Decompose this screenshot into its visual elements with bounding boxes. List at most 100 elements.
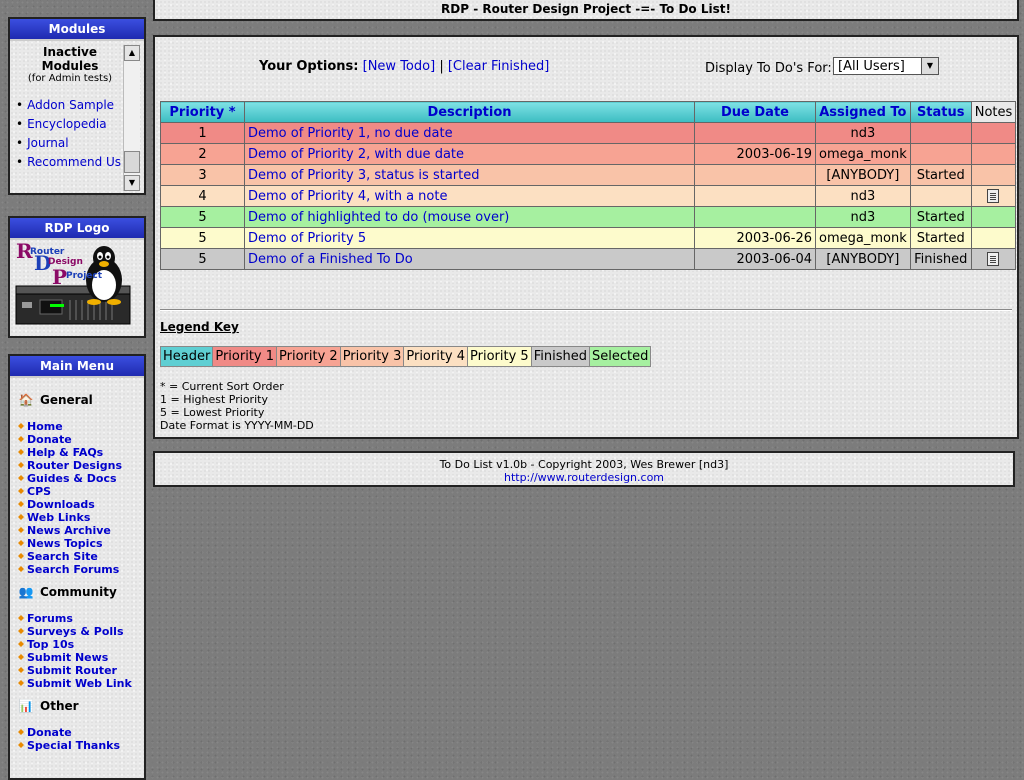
todo-description-link[interactable]: Demo of Priority 2, with due date bbox=[248, 147, 464, 162]
module-item-label: Encyclopedia bbox=[27, 117, 107, 131]
column-header[interactable]: Priority * bbox=[160, 101, 245, 123]
menu-item[interactable]: Donate bbox=[16, 726, 144, 739]
clear-finished-link[interactable]: [Clear Finished] bbox=[448, 59, 550, 74]
menu-item-label: Forums bbox=[27, 612, 73, 625]
menu-item[interactable]: Forums bbox=[16, 612, 144, 625]
menu-item[interactable]: Search Site bbox=[16, 550, 144, 563]
column-header[interactable]: Assigned To bbox=[815, 101, 911, 123]
heading-line-1: Inactive bbox=[42, 45, 98, 59]
site-title-bar: RDP - Router Design Project -=- To Do Li… bbox=[153, 0, 1019, 21]
module-item[interactable]: • Addon Sample bbox=[16, 97, 124, 113]
display-user-value: [All Users] bbox=[838, 59, 905, 74]
table-row[interactable]: 4 Demo of Priority 4, with a note nd3 bbox=[160, 185, 1017, 207]
due-date-cell bbox=[694, 206, 816, 228]
scroll-up-arrow-icon[interactable]: ▲ bbox=[124, 45, 140, 61]
menu-item[interactable]: Search Forums bbox=[16, 563, 144, 576]
description-cell: Demo of Priority 2, with due date bbox=[244, 143, 695, 165]
menu-item[interactable]: Special Thanks bbox=[16, 739, 144, 752]
menu-item[interactable]: Submit Router bbox=[16, 664, 144, 677]
options-label: Your Options: bbox=[259, 59, 359, 74]
arrow-bullet-icon bbox=[18, 514, 24, 520]
menu-item[interactable]: Help & FAQs bbox=[16, 446, 144, 459]
menu-item[interactable]: Router Designs bbox=[16, 459, 144, 472]
assigned-to-cell: [ANYBODY] bbox=[815, 248, 911, 270]
priority-cell: 3 bbox=[160, 164, 245, 186]
todo-description-link[interactable]: Demo of Priority 1, no due date bbox=[248, 126, 453, 141]
priority-cell: 1 bbox=[160, 122, 245, 144]
menu-item-label: Search Forums bbox=[27, 563, 120, 576]
menu-item[interactable]: Submit Web Link bbox=[16, 677, 144, 690]
bullet-icon: • bbox=[16, 155, 24, 169]
module-item[interactable]: • Recommend Us bbox=[16, 154, 124, 170]
menu-item[interactable]: Donate bbox=[16, 433, 144, 446]
inactive-modules-subheading: (for Admin tests) bbox=[27, 73, 113, 84]
modules-scrollbar[interactable]: ▲ ▼ bbox=[123, 45, 140, 191]
menu-item-label: Downloads bbox=[27, 498, 95, 511]
menu-item[interactable]: Top 10s bbox=[16, 638, 144, 651]
legend-notes: * = Current Sort Order 1 = Highest Priori… bbox=[160, 380, 314, 432]
column-header[interactable]: Status bbox=[909, 101, 972, 123]
todo-description-link[interactable]: Demo of a Finished To Do bbox=[248, 252, 413, 267]
description-cell: Demo of Priority 3, status is started bbox=[244, 164, 695, 186]
menu-item[interactable]: Submit News bbox=[16, 651, 144, 664]
arrow-bullet-icon bbox=[18, 462, 24, 468]
module-item[interactable]: • Journal bbox=[16, 135, 124, 151]
due-date-cell bbox=[694, 185, 816, 207]
arrow-bullet-icon bbox=[18, 436, 24, 442]
table-row[interactable]: 5 Demo of Priority 5 2003-06-26 omega_monk S… bbox=[160, 227, 1017, 249]
divider bbox=[160, 309, 1012, 311]
rdp-logo-image: R Router D Design P Project bbox=[15, 239, 131, 325]
todo-description-link[interactable]: Demo of Priority 3, status is started bbox=[248, 168, 479, 183]
todo-description-link[interactable]: Demo of highlighted to do (mouse over) bbox=[248, 210, 509, 225]
table-row[interactable]: 5 Demo of a Finished To Do 2003-06-04 [ANYB… bbox=[160, 248, 1017, 270]
rdp-logo[interactable]: R Router D Design P Project bbox=[10, 239, 144, 336]
notes-cell bbox=[970, 227, 1017, 249]
menu-item[interactable]: Downloads bbox=[16, 498, 144, 511]
note-icon[interactable] bbox=[987, 189, 1000, 203]
menu-item[interactable]: Surveys & Polls bbox=[16, 625, 144, 638]
menu-item[interactable]: Home bbox=[16, 420, 144, 433]
menu-item-label: CPS bbox=[27, 485, 52, 498]
note-icon[interactable] bbox=[987, 252, 1000, 266]
legend-key: Priority 2 bbox=[276, 346, 341, 367]
notes-cell bbox=[970, 143, 1017, 165]
chevron-down-icon[interactable]: ▼ bbox=[921, 58, 938, 74]
arrow-bullet-icon bbox=[18, 628, 24, 634]
scroll-thumb[interactable] bbox=[124, 151, 140, 173]
arrow-bullet-icon bbox=[18, 553, 24, 559]
display-user-select[interactable]: [All Users] ▼ bbox=[833, 57, 939, 75]
table-row[interactable]: 5 Demo of highlighted to do (mouse over) n… bbox=[160, 206, 1017, 228]
menu-item[interactable]: CPS bbox=[16, 485, 144, 498]
due-date-cell bbox=[694, 164, 816, 186]
menu-item[interactable]: Web Links bbox=[16, 511, 144, 524]
arrow-bullet-icon bbox=[18, 729, 24, 735]
menu-item[interactable]: Guides & Docs bbox=[16, 472, 144, 485]
menu-item[interactable]: News Archive bbox=[16, 524, 144, 537]
scroll-down-arrow-icon[interactable]: ▼ bbox=[124, 175, 140, 191]
priority-cell: 4 bbox=[160, 185, 245, 207]
due-date-cell bbox=[694, 122, 816, 144]
menu-item[interactable]: News Topics bbox=[16, 537, 144, 550]
new-todo-link[interactable]: [New Todo] bbox=[363, 59, 436, 74]
legend-key: Priority 4 bbox=[403, 346, 469, 367]
footer-url-link[interactable]: http://www.routerdesign.com bbox=[504, 471, 664, 484]
todo-description-link[interactable]: Demo of Priority 5 bbox=[248, 231, 366, 246]
todo-description-link[interactable]: Demo of Priority 4, with a note bbox=[248, 189, 447, 204]
legend-title: Legend Key bbox=[160, 320, 239, 334]
module-item[interactable]: • Encyclopedia bbox=[16, 116, 124, 132]
column-header[interactable]: Due Date bbox=[694, 101, 816, 123]
site-title: RDP - Router Design Project -=- To Do Li… bbox=[441, 2, 731, 16]
menu-item-label: News Archive bbox=[27, 524, 111, 537]
table-row[interactable]: 1 Demo of Priority 1, no due date nd3 bbox=[160, 122, 1017, 144]
table-row[interactable]: 2 Demo of Priority 2, with due date 2003-0… bbox=[160, 143, 1017, 165]
description-cell: Demo of a Finished To Do bbox=[244, 248, 695, 270]
legend-key: Selected bbox=[588, 346, 652, 367]
legend-key: Finished bbox=[530, 346, 590, 367]
menu-item-label: Search Site bbox=[27, 550, 98, 563]
assigned-to-cell: [ANYBODY] bbox=[815, 164, 911, 186]
menu-item-label: Donate bbox=[27, 726, 72, 739]
column-header[interactable]: Description bbox=[244, 101, 695, 123]
arrow-bullet-icon bbox=[18, 566, 24, 572]
table-row[interactable]: 3 Demo of Priority 3, status is started [A… bbox=[160, 164, 1017, 186]
menu-category: 🏠 General bbox=[16, 390, 144, 410]
